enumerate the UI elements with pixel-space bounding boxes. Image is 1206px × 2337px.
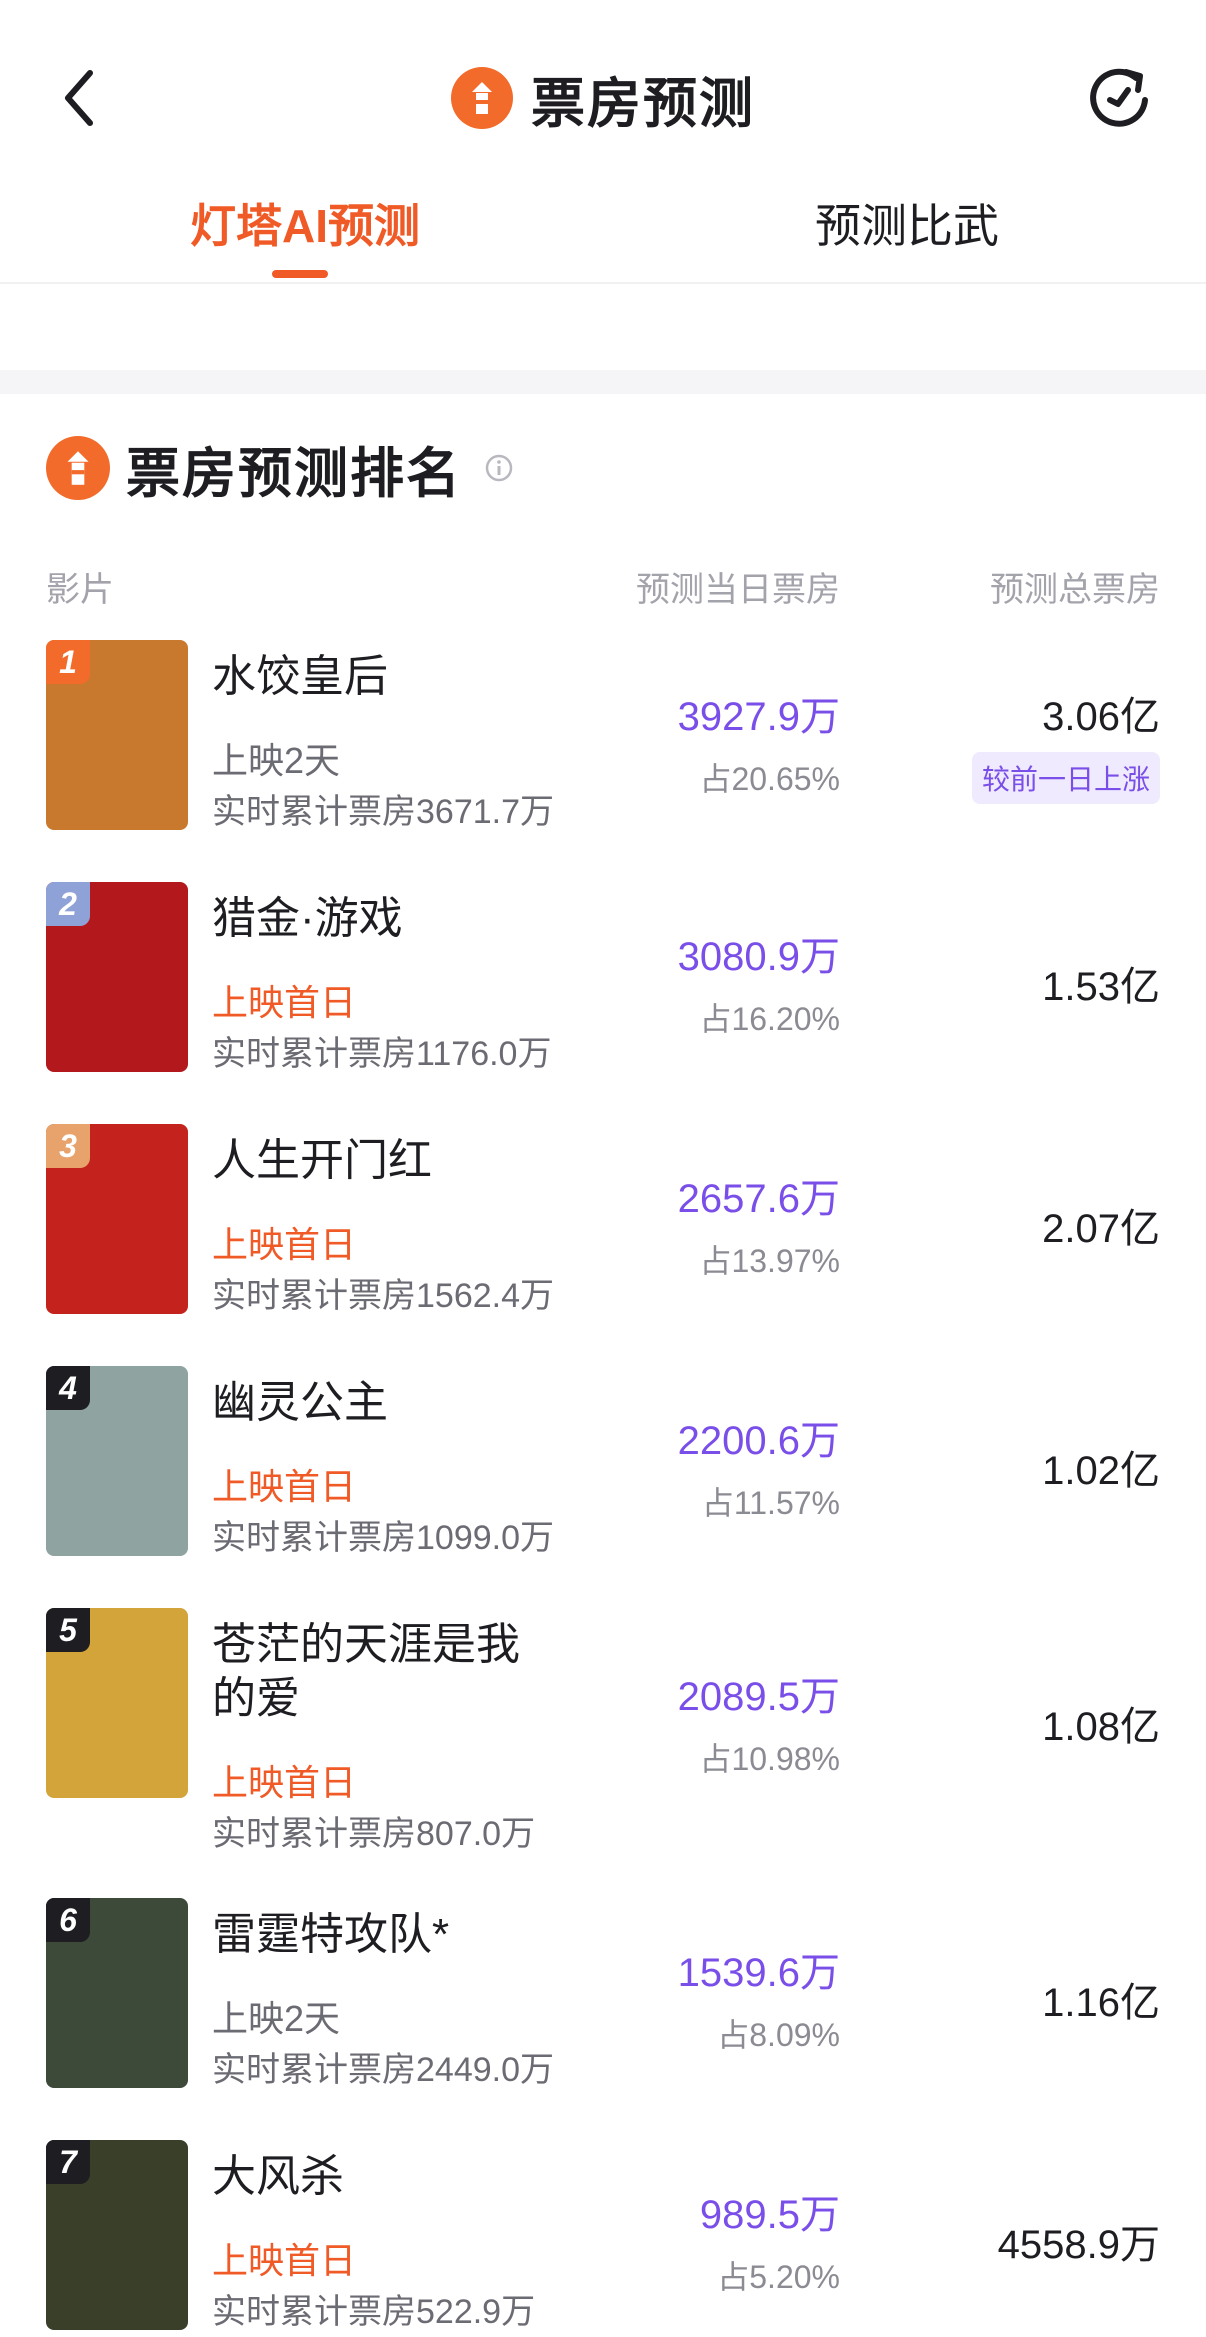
daily-share: 占20.65% — [699, 761, 840, 797]
column-header-film: 影片 — [46, 571, 114, 609]
rank-badge: 1 — [46, 640, 90, 684]
rank-badge: 3 — [46, 1124, 90, 1168]
release-status: 上映首日 — [212, 1224, 357, 1265]
rank-badge: 4 — [46, 1366, 90, 1410]
film-poster: 3 — [46, 1124, 188, 1314]
film-title: 猎金·游戏 — [212, 894, 403, 943]
daily-share: 占11.57% — [701, 1485, 840, 1521]
daily-share: 占16.20% — [699, 1001, 840, 1037]
film-poster: 2 — [46, 882, 188, 1072]
cumulative-box-office: 实时累计票房1176.0万 — [212, 1035, 552, 1073]
predicted-daily-box-office: 2657.6万 — [677, 1177, 840, 1221]
release-status: 上映首日 — [212, 1466, 357, 1507]
cumulative-box-office: 实时累计票房522.9万 — [212, 2293, 536, 2331]
release-status: 上映首日 — [212, 1762, 357, 1803]
cumulative-box-office: 实时累计票房2449.0万 — [212, 2051, 554, 2089]
predicted-total-box-office: 1.08亿 — [1042, 1705, 1160, 1749]
column-header-daily[interactable]: 预测当日票房 — [636, 562, 840, 611]
predicted-daily-box-office: 989.5万 — [699, 2193, 840, 2237]
daily-share: 占5.20% — [717, 2259, 840, 2295]
film-title: 苍茫的天涯是我的爱 — [212, 1620, 520, 1723]
film-poster: 1 — [46, 640, 188, 830]
film-poster: 6 — [46, 1898, 188, 2088]
film-poster: 4 — [46, 1366, 188, 1556]
predicted-total-box-office: 1.16亿 — [1042, 1981, 1160, 2025]
predicted-daily-box-office: 3927.9万 — [677, 695, 840, 739]
film-title: 水饺皇后 — [212, 652, 388, 701]
predicted-total-box-office: 2.07亿 — [1042, 1207, 1160, 1251]
predicted-daily-box-office: 2089.5万 — [677, 1675, 840, 1719]
tab-ai-prediction[interactable]: 灯塔AI预测 — [190, 190, 420, 256]
cumulative-box-office: 实时累计票房1562.4万 — [212, 1277, 554, 1315]
lighthouse-logo-icon — [46, 436, 110, 500]
predicted-total-box-office: 1.02亿 — [1042, 1449, 1160, 1493]
page-title-group: 票房预测 — [0, 58, 1206, 138]
refresh-button[interactable] — [1084, 62, 1154, 132]
film-title: 人生开门红 — [212, 1136, 432, 1185]
predicted-total-box-office: 1.53亿 — [1042, 965, 1160, 1009]
section-header: 票房预测排名 — [46, 430, 514, 506]
film-title: 大风杀 — [212, 2152, 344, 2201]
release-status: 上映2天 — [212, 740, 341, 781]
film-poster: 5 — [46, 1608, 188, 1798]
rank-badge: 7 — [46, 2140, 90, 2184]
refresh-icon — [1090, 68, 1148, 127]
predicted-total-box-office: 3.06亿 — [1042, 695, 1160, 739]
lighthouse-logo-icon — [451, 67, 513, 129]
predicted-daily-box-office: 3080.9万 — [677, 935, 840, 979]
top-bar: 票房预测 — [0, 0, 1206, 190]
rank-badge: 6 — [46, 1898, 90, 1942]
daily-share: 占13.97% — [699, 1243, 840, 1279]
rank-badge: 2 — [46, 882, 90, 926]
active-tab-indicator — [272, 270, 328, 278]
film-title: 幽灵公主 — [212, 1378, 388, 1427]
info-icon[interactable] — [484, 453, 514, 483]
predicted-total-box-office: 4558.9万 — [997, 2223, 1160, 2267]
predicted-daily-box-office: 2200.6万 — [677, 1419, 840, 1463]
predicted-daily-box-office: 1539.6万 — [677, 1951, 840, 1995]
release-status: 上映首日 — [212, 2240, 357, 2281]
trend-badge: 较前一日上涨 — [971, 752, 1160, 804]
rank-badge: 5 — [46, 1608, 90, 1652]
cumulative-box-office: 实时累计票房1099.0万 — [212, 1519, 554, 1557]
film-title: 雷霆特攻队* — [212, 1910, 450, 1959]
daily-share: 占8.09% — [717, 2017, 840, 2053]
daily-share: 占10.98% — [699, 1741, 840, 1777]
tab-prediction-contest[interactable]: 预测比武 — [815, 190, 999, 256]
tab-bar: 灯塔AI预测 预测比武 — [0, 190, 1206, 282]
release-status: 上映2天 — [212, 1998, 341, 2039]
film-poster: 7 — [46, 2140, 188, 2330]
cumulative-box-office: 实时累计票房807.0万 — [212, 1815, 536, 1853]
release-status: 上映首日 — [212, 982, 357, 1023]
column-header-total[interactable]: 预测总票房 — [990, 562, 1160, 611]
divider — [0, 282, 1206, 284]
page-title: 票房预测 — [531, 73, 755, 134]
cumulative-box-office: 实时累计票房3671.7万 — [212, 793, 554, 831]
section-title: 票房预测排名 — [126, 443, 462, 504]
section-separator — [0, 370, 1206, 394]
